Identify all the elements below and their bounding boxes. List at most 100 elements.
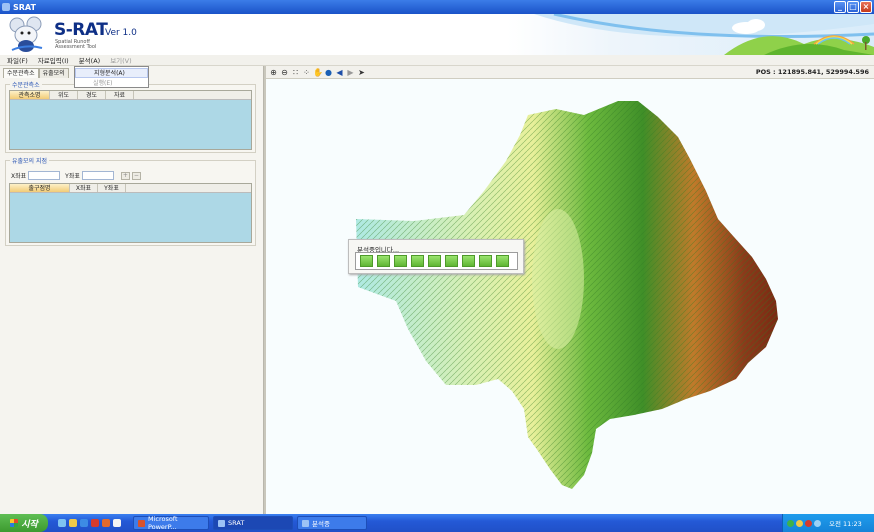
srat-icon xyxy=(218,519,225,527)
window-controls: _ □ × xyxy=(834,1,872,13)
start-button[interactable]: 시작 xyxy=(0,514,48,532)
minimize-button[interactable]: _ xyxy=(834,1,846,13)
task-srat[interactable]: SRAT xyxy=(213,516,293,530)
progress-block xyxy=(377,255,390,267)
y-coord-label: Y좌표 xyxy=(65,173,80,180)
station-table-header: 관측소명 위도 경도 자료 xyxy=(10,91,251,100)
app-subtitle: Spatial Runoff Assessment Tool xyxy=(55,40,96,50)
window-title: SRAT xyxy=(13,2,36,12)
network-icon[interactable] xyxy=(787,519,794,527)
forward-arrow-icon[interactable]: ▶ xyxy=(346,68,355,77)
progress-bar xyxy=(355,252,518,270)
system-tray: 오전 11:23 xyxy=(782,514,874,532)
column-header[interactable]: 자료 xyxy=(106,91,134,99)
station-table[interactable]: 관측소명 위도 경도 자료 xyxy=(9,90,252,150)
task-label: Microsoft PowerP... xyxy=(147,515,178,531)
y-coord-input[interactable] xyxy=(81,171,114,180)
river-valley xyxy=(532,209,584,349)
browser-icon[interactable] xyxy=(80,519,88,527)
menu-analysis[interactable]: 분석(A) xyxy=(79,55,100,65)
add-outlet-button[interactable]: + xyxy=(120,171,130,180)
outlet-group: 유출모의 지점 X좌표 Y좌표 + − 출구점명 X좌표 Y좌표 xyxy=(5,156,256,246)
progress-dialog: 분석중입니다... xyxy=(348,239,524,274)
column-header[interactable]: 위도 xyxy=(50,91,78,99)
left-panel: 수문관측소 유출모의 수문관측소 관측소명 위도 경도 자료 유출모의 지점 X… xyxy=(0,66,264,514)
globe-icon[interactable]: ● xyxy=(324,68,333,77)
ime-icon[interactable] xyxy=(814,519,821,527)
maximize-button[interactable]: □ xyxy=(847,1,859,13)
left-panel-tabs: 수문관측소 유출모의 xyxy=(3,68,69,78)
back-arrow-icon[interactable]: ◀ xyxy=(335,68,344,77)
watershed-elevation-map xyxy=(356,101,778,489)
security-icon[interactable] xyxy=(796,519,803,527)
analysis-dropdown-menu: 지형분석(A) 실행(E) xyxy=(74,66,149,88)
column-header[interactable]: 관측소명 xyxy=(10,91,50,99)
app-icon[interactable] xyxy=(102,519,110,527)
alert-icon[interactable] xyxy=(805,519,812,527)
station-group-title: 수문관측소 xyxy=(10,80,42,89)
menu-item-terrain-analysis[interactable]: 지형분석(A) xyxy=(75,68,148,78)
window-titlebar: SRAT _ □ × xyxy=(0,0,874,14)
outlet-coord-row: X좌표 Y좌표 + − xyxy=(11,171,141,180)
quick-launch xyxy=(58,519,121,527)
menu-item-run[interactable]: 실행(E) xyxy=(75,79,148,89)
zoom-extent-icon[interactable]: ⁘ xyxy=(302,68,311,77)
desktop-icon[interactable] xyxy=(58,519,66,527)
app-banner: S-RAT Ver 1.0 Spatial Runoff Assessment … xyxy=(0,14,874,55)
column-header[interactable]: 경도 xyxy=(78,91,106,99)
os-taskbar: 시작 Microsoft PowerP... SRAT 분석중 오전 11:23 xyxy=(0,514,874,532)
progress-block xyxy=(428,255,441,267)
column-header[interactable]: 출구점명 xyxy=(10,184,70,192)
column-header[interactable]: Y좌표 xyxy=(98,184,126,192)
station-group: 수문관측소 관측소명 위도 경도 자료 xyxy=(5,80,256,153)
cursor-position-readout: POS : 121895.841, 529994.596 xyxy=(755,68,869,76)
zoom-out-icon[interactable]: ⊖ xyxy=(280,68,289,77)
pen-icon[interactable] xyxy=(69,519,77,527)
task-label: SRAT xyxy=(228,519,245,527)
remove-outlet-button[interactable]: − xyxy=(131,171,141,180)
srat-icon xyxy=(302,519,309,527)
menu-file[interactable]: 파일(F) xyxy=(7,55,28,65)
full-extent-icon[interactable]: ∷ xyxy=(291,68,300,77)
progress-block xyxy=(479,255,492,267)
app-version: Ver 1.0 xyxy=(105,28,137,38)
tab-hydro-station[interactable]: 수문관측소 xyxy=(3,68,39,78)
windows-flag-icon xyxy=(10,519,19,527)
close-button[interactable]: × xyxy=(860,1,872,13)
column-header[interactable]: X좌표 xyxy=(70,184,98,192)
task-label: 분석중 xyxy=(312,520,330,528)
map-toolbar: ⊕ ⊖ ∷ ⁘ ✋ ● ◀ ▶ ➤ POS : 121895.841, 5299… xyxy=(266,66,874,79)
x-coord-input[interactable] xyxy=(28,171,61,180)
mascot-mouse-icon xyxy=(9,16,43,52)
pointer-icon[interactable]: ➤ xyxy=(357,68,366,77)
tab-runoff-sim[interactable]: 유출모의 xyxy=(38,68,69,78)
map-view[interactable] xyxy=(266,79,874,514)
app-logo-name: S-RAT xyxy=(54,20,108,40)
start-label: 시작 xyxy=(21,519,38,530)
menu-data-input[interactable]: 자료입력(I) xyxy=(38,55,69,65)
progress-block xyxy=(445,255,458,267)
x-coord-label: X좌표 xyxy=(11,173,27,180)
outlet-table-header: 출구점명 X좌표 Y좌표 xyxy=(10,184,251,193)
menu-view[interactable]: 보기(V) xyxy=(110,55,131,65)
progress-block xyxy=(411,255,424,267)
outlet-table[interactable]: 출구점명 X좌표 Y좌표 xyxy=(9,183,252,243)
app-icon xyxy=(2,3,10,11)
app-icon[interactable] xyxy=(91,519,99,527)
powerpoint-icon xyxy=(138,519,145,527)
outlet-group-title: 유출모의 지점 xyxy=(10,156,50,165)
column-header-empty xyxy=(134,91,144,99)
pan-hand-icon[interactable]: ✋ xyxy=(313,68,323,77)
app-icon[interactable] xyxy=(113,519,121,527)
menu-bar: 파일(F) 자료입력(I) 분석(A) 보기(V) xyxy=(0,55,874,66)
progress-block xyxy=(462,255,475,267)
banner-landscape-image xyxy=(534,14,874,55)
progress-block xyxy=(360,255,373,267)
progress-block xyxy=(496,255,509,267)
clock[interactable]: 오전 11:23 xyxy=(829,518,862,528)
column-header-empty xyxy=(126,184,136,192)
progress-block xyxy=(394,255,407,267)
task-analysis[interactable]: 분석중 xyxy=(297,516,367,530)
zoom-in-icon[interactable]: ⊕ xyxy=(269,68,278,77)
task-powerpoint[interactable]: Microsoft PowerP... xyxy=(133,515,209,531)
